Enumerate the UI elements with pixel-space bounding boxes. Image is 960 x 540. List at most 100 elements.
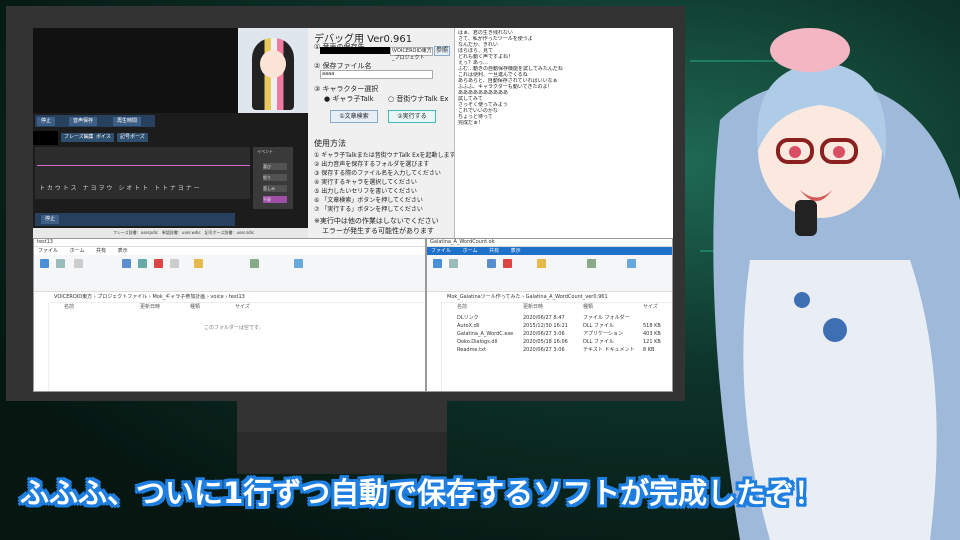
move-icon[interactable]: [122, 259, 131, 268]
address-bar[interactable]: Mok_Galatinaツール作ってみた › Galatina_A_WordCo…: [427, 293, 672, 303]
delete-icon[interactable]: [154, 259, 163, 268]
emotion-sorrow[interactable]: 悲しみ: [263, 185, 287, 192]
file-name: AutoX.dll: [457, 323, 480, 329]
menu-home[interactable]: ホーム: [70, 248, 85, 254]
explorer-title: test13: [34, 239, 425, 247]
bottom-toolbar: 停止: [35, 213, 235, 226]
menu-view[interactable]: 表示: [511, 248, 521, 254]
file-type: DLL ファイル: [583, 323, 615, 329]
radio-galako[interactable]: ● ギャラ子Talk: [324, 94, 374, 104]
file-row[interactable]: Ooko.Dialogs.dll 2020/05/18 16:06 DLL ファイル…: [443, 339, 672, 346]
empty-message: このフォルダーは空です。: [204, 325, 264, 331]
file-row[interactable]: Readme.txt 2020/06/27 3:06 テキスト ドキュメント 8 KB: [443, 347, 672, 354]
emotion-anger[interactable]: 怒り: [263, 174, 287, 181]
col-type[interactable]: 種類: [583, 304, 593, 311]
voice-editor: 停止 音声保存 再生時間 フレーズ編集 ボイス 記号ポーズ ト カ ウ ト ス …: [33, 113, 308, 238]
col-size[interactable]: サイズ: [235, 304, 250, 311]
tab-symbol-pause[interactable]: 記号ポーズ: [117, 133, 148, 142]
ribbon: [34, 255, 425, 292]
stop-button-2[interactable]: 停止: [41, 215, 60, 224]
file-type: テキスト ドキュメント: [583, 347, 635, 353]
paste-icon[interactable]: [74, 259, 83, 268]
save-audio-button[interactable]: 音声保存: [69, 117, 98, 126]
menu-file[interactable]: ファイル: [38, 248, 58, 254]
warning-text: ※実行中は他の作業はしないでください: [314, 217, 439, 225]
usage-step: ⑥ 「文章検索」ボタンを押してください: [314, 197, 423, 204]
new-folder-icon[interactable]: [537, 259, 546, 268]
desktop-screen: 停止 音声保存 再生時間 フレーズ編集 ボイス 記号ポーズ ト カ ウ ト ス …: [33, 28, 673, 392]
status-bar: フレーズ辞書：userpdic 単語辞書：user.wdic 記号ポーズ辞書：u…: [33, 228, 308, 238]
tuning-area[interactable]: ト カ ウ ト ス ナ ヨ ヲ ウ シ オ ト ト ト ト ナ ヨ ナ ー: [35, 147, 250, 199]
playback-toolbar: 停止 音声保存 再生時間: [35, 115, 155, 127]
file-row[interactable]: Galatina_A_WordC.exe 2020/06/27 3:06 アプリケー…: [443, 331, 672, 338]
move-icon[interactable]: [487, 259, 496, 268]
new-folder-icon[interactable]: [194, 259, 203, 268]
file-date: 2020/06/27 3:06: [523, 331, 565, 337]
pin-icon[interactable]: [433, 259, 442, 268]
run-button[interactable]: ②実行する: [388, 110, 436, 123]
copy-icon[interactable]: [449, 259, 458, 268]
tab-voice[interactable]: ボイス: [93, 133, 114, 142]
file-date: 2020/05/18 16:06: [523, 339, 568, 345]
file-row[interactable]: DLリンク 2020/06/27 8:47 ファイル フォルダー: [443, 315, 672, 322]
radio-una[interactable]: ○ 音街ウナTalk Ex: [388, 94, 449, 104]
character-label: ③ キャラクター選択: [314, 85, 379, 93]
usage-step: ⑦ 「実行する」ボタンを押してください: [314, 206, 423, 213]
monitor: 停止 音声保存 再生時間 フレーズ編集 ボイス 記号ポーズ ト カ ウ ト ス …: [6, 6, 685, 401]
file-type: DLL ファイル: [583, 339, 615, 345]
menu-file[interactable]: ファイル: [431, 248, 451, 254]
file-date: 2020/06/27 3:06: [523, 347, 565, 353]
filename-input[interactable]: aaaa: [320, 70, 433, 79]
col-type[interactable]: 種類: [190, 304, 200, 311]
ribbon: [427, 255, 672, 292]
col-date[interactable]: 更新日時: [140, 304, 160, 311]
script-textarea[interactable]: はぁ、君の生き残れない さて、私が作ったツールを使うよ なんだか、きれい ほらほら、見…: [454, 28, 673, 238]
file-size: 518 KB: [643, 323, 661, 329]
output-path-field[interactable]: \VOICEROID東方_プロジェクト: [390, 47, 433, 61]
usage-step: ③ 保存する際のファイル名を入力してください: [314, 170, 441, 177]
pin-icon[interactable]: [40, 259, 49, 268]
editor-dark-area: [33, 28, 238, 113]
col-date[interactable]: 更新日時: [523, 304, 543, 311]
file-name: Readme.txt: [457, 347, 486, 353]
search-text-button[interactable]: ①文章検索: [330, 110, 378, 123]
menu-home[interactable]: ホーム: [463, 248, 478, 254]
usage-title: 使用方法: [314, 139, 346, 148]
column-headers: 名前 更新日時 種類 サイズ: [443, 304, 672, 311]
column-headers: 名前 更新日時 種類 サイズ: [50, 304, 425, 311]
copy-icon[interactable]: [56, 259, 65, 268]
file-type: ファイル フォルダー: [583, 315, 630, 321]
properties-icon[interactable]: [587, 259, 596, 268]
menu-share[interactable]: 共有: [96, 248, 106, 254]
file-date: 2015/12/30 16:21: [523, 323, 568, 329]
path-redaction: [320, 47, 390, 54]
tab-phrase-edit[interactable]: フレーズ編集: [61, 133, 97, 142]
menu-share[interactable]: 共有: [489, 248, 499, 254]
emotion-title: イベント: [257, 149, 273, 154]
select-all-icon[interactable]: [294, 259, 303, 268]
select-all-icon[interactable]: [627, 259, 636, 268]
emotion-joy[interactable]: 喜び: [263, 163, 287, 170]
col-name[interactable]: 名前: [457, 304, 467, 311]
rename-icon[interactable]: [170, 259, 179, 268]
play-time-button[interactable]: 再生時間: [113, 117, 142, 126]
explorer-menu: ファイル ホーム 共有 表示: [34, 247, 425, 255]
file-row[interactable]: AutoX.dll 2015/12/30 16:21 DLL ファイル 518 KB: [443, 323, 672, 330]
emotion-neutral[interactable]: 平静: [263, 196, 287, 203]
browse-button[interactable]: 参照: [434, 46, 450, 56]
menu-view[interactable]: 表示: [118, 248, 128, 254]
nav-pane: [427, 302, 442, 391]
col-size[interactable]: サイズ: [643, 304, 658, 311]
emotion-panel: イベント 喜び 怒り 悲しみ 平静: [253, 147, 293, 209]
file-name: Galatina_A_WordC.exe: [457, 331, 514, 337]
copy-to-icon[interactable]: [138, 259, 147, 268]
portrait-face: [260, 50, 286, 78]
stop-button[interactable]: 停止: [37, 117, 56, 126]
properties-icon[interactable]: [250, 259, 259, 268]
explorer-menu: ファイル ホーム 共有 表示: [427, 247, 672, 255]
file-name: DLリンク: [457, 315, 479, 321]
col-name[interactable]: 名前: [64, 304, 74, 311]
address-bar[interactable]: VOICEROID東方 › プロジェクトファイル › Mok_ギャラ子参加計画 …: [34, 293, 425, 303]
usage-step: ⑤ 出力したいセリフを書いてください: [314, 188, 417, 195]
delete-icon[interactable]: [503, 259, 512, 268]
